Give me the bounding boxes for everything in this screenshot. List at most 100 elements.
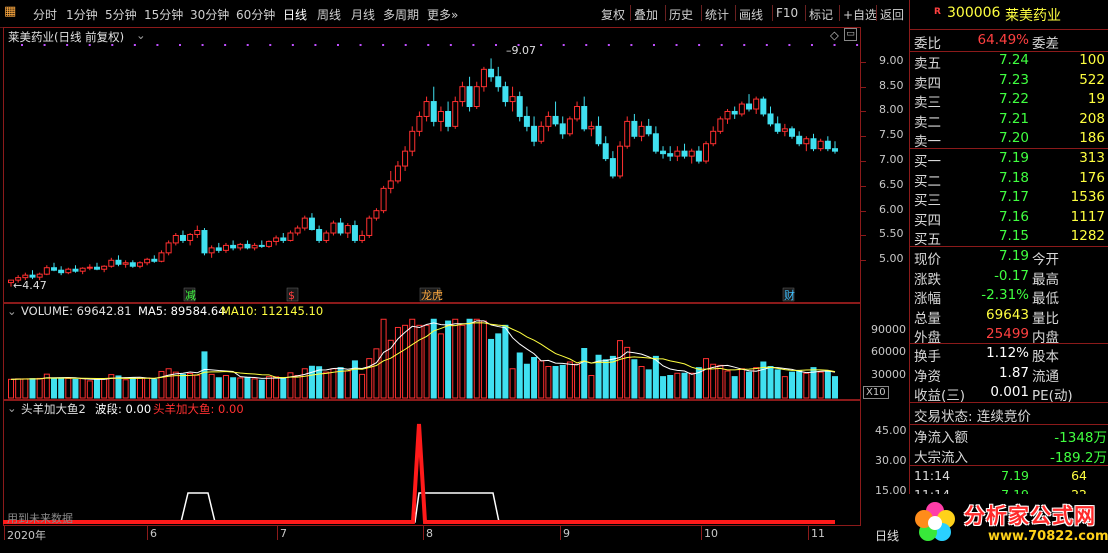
- candle: [222, 242, 229, 253]
- ask-row[interactable]: 卖二 7.21 208: [910, 111, 1108, 131]
- volume-bar: [201, 351, 208, 399]
- volume-bar: [667, 375, 674, 399]
- volume-bar: [301, 368, 308, 399]
- indicator-chart[interactable]: [3, 400, 861, 526]
- candle: [746, 94, 753, 112]
- candle: [416, 111, 423, 137]
- quote-label-2: 最低: [1032, 291, 1059, 307]
- volume-tick: 90000: [871, 322, 906, 336]
- tick-price: 7.19: [1001, 468, 1029, 483]
- candle: [602, 136, 609, 162]
- book-price: 7.23: [998, 71, 1029, 88]
- bid-row[interactable]: 买四 7.16 1117: [910, 209, 1108, 229]
- volume-bar: [480, 320, 487, 399]
- event-dot: [43, 44, 46, 46]
- event-marker[interactable]: $: [288, 289, 295, 302]
- toolbar-tab-4[interactable]: 30分钟: [190, 6, 229, 23]
- volume-panel: ⌄ VOLUME: 69642.81 MA5: 89584.64 MA10: 1…: [3, 303, 908, 400]
- signal-line: [3, 423, 835, 524]
- ask-row[interactable]: 卖三 7.22 19: [910, 91, 1108, 111]
- event-marker[interactable]: 财: [784, 288, 795, 302]
- toolbar-action-6[interactable]: 标记: [809, 6, 833, 23]
- book-volume: 176: [1079, 169, 1105, 186]
- toolbar-tab-0[interactable]: 分时: [33, 6, 57, 23]
- flow-label: 大宗流入: [914, 449, 968, 466]
- candle: [165, 240, 172, 256]
- candle: [710, 126, 717, 147]
- quote-value: -0.17: [994, 267, 1029, 284]
- ask-row[interactable]: 卖一 7.20 186: [910, 130, 1108, 150]
- toolbar-action-2[interactable]: 历史: [669, 6, 693, 23]
- toolbar-action-3[interactable]: 统计: [705, 6, 729, 23]
- toolbar-separator: [876, 5, 877, 21]
- candle: [473, 81, 480, 109]
- menu-icon[interactable]: ▦: [4, 4, 16, 19]
- book-level-label: 卖二: [914, 114, 941, 131]
- bid-row[interactable]: 买一 7.19 313: [910, 150, 1108, 170]
- candle: [136, 261, 143, 269]
- event-dot: [133, 44, 136, 46]
- toolbar-action-1[interactable]: 叠加: [634, 6, 658, 23]
- candle: [817, 138, 824, 152]
- tick-mark: [861, 210, 866, 212]
- volume-bar: [79, 378, 86, 399]
- toolbar-tab-6[interactable]: 日线: [283, 6, 307, 23]
- volume-bar: [115, 375, 122, 399]
- bid-row[interactable]: 买五 7.15 1282: [910, 228, 1108, 248]
- event-marker[interactable]: 减: [185, 289, 196, 302]
- stock-code: 300006: [947, 5, 1001, 21]
- event-marker[interactable]: 龙虎: [421, 289, 443, 302]
- period-label[interactable]: 日线: [875, 527, 899, 544]
- volume-bar: [638, 366, 645, 399]
- toolbar-tab-8[interactable]: 月线: [351, 6, 375, 23]
- flower-logo-icon: [915, 502, 955, 541]
- volume-bar: [58, 377, 65, 399]
- stat-row: 换手 1.12% 股本: [910, 345, 1108, 365]
- bid-row[interactable]: 买三 7.17 1536: [910, 189, 1108, 209]
- toolbar-tab-9[interactable]: 多周期: [383, 6, 419, 23]
- bid-row[interactable]: 买二 7.18 176: [910, 169, 1108, 190]
- event-dot: [21, 44, 23, 46]
- stat-row: 净资 1.87 流通: [910, 365, 1108, 385]
- flow-row: 净流入额 -1348万: [910, 426, 1108, 446]
- candle: [287, 230, 294, 242]
- event-dot: [743, 44, 746, 46]
- toolbar-tab-3[interactable]: 15分钟: [144, 6, 183, 23]
- candle: [230, 240, 237, 251]
- watermark: 分析家公式网 www.70822.com: [908, 494, 1108, 553]
- toolbar-tab-1[interactable]: 1分钟: [66, 6, 98, 23]
- book-level-label: 买三: [914, 193, 941, 209]
- toolbar-tab-10[interactable]: 更多»: [427, 6, 458, 23]
- candlestick-chart[interactable]: –9.07 ←4.47 减 $ 龙虎 财: [3, 27, 861, 303]
- toolbar-tab-7[interactable]: 周线: [317, 6, 341, 23]
- volume-bar: [796, 370, 803, 399]
- volume-bar: [588, 375, 595, 399]
- volume-bar: [717, 364, 724, 399]
- candle: [624, 116, 631, 149]
- candle: [72, 265, 79, 273]
- toolbar-action-4[interactable]: 画线: [739, 6, 763, 23]
- candle: [552, 101, 559, 127]
- candle: [824, 136, 831, 152]
- volume-unit: X10: [863, 386, 889, 399]
- weibi-row: 委比 64.49% 委差: [914, 32, 1059, 52]
- toolbar-tab-5[interactable]: 60分钟: [236, 6, 275, 23]
- ask-row[interactable]: 卖五 7.24 100: [910, 52, 1108, 72]
- quote-row: 总量 69643 量比: [910, 307, 1108, 327]
- price-tick: 9.00: [879, 53, 904, 67]
- volume-chart[interactable]: [3, 303, 861, 400]
- candle: [688, 148, 695, 164]
- volume-bar: [509, 368, 516, 399]
- toolbar-action-7[interactable]: +自选: [843, 6, 877, 23]
- book-level-label: 卖一: [914, 134, 941, 150]
- toolbar-tab-2[interactable]: 5分钟: [105, 6, 137, 23]
- ask-row[interactable]: 卖四 7.23 522: [910, 71, 1108, 92]
- event-dot: [698, 44, 701, 46]
- tick-mark: [861, 235, 866, 237]
- volume-bar: [531, 357, 538, 399]
- toolbar-action-0[interactable]: 复权: [601, 6, 625, 23]
- toolbar-action-5[interactable]: F10: [776, 6, 798, 20]
- toolbar-action-8[interactable]: 返回: [880, 6, 904, 23]
- volume-bar: [624, 346, 631, 399]
- candle: [29, 270, 36, 280]
